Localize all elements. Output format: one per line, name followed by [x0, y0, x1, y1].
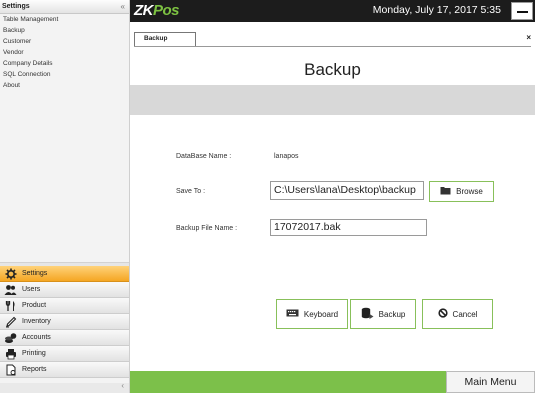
sidebar-item-about[interactable]: About — [0, 80, 129, 91]
keyboard-button[interactable]: Keyboard — [276, 299, 348, 329]
cancel-label: Cancel — [452, 309, 478, 319]
browse-button[interactable]: Browse — [429, 181, 494, 202]
sidebar-item-backup[interactable]: Backup — [0, 25, 129, 36]
tab-divider — [134, 46, 531, 47]
keyboard-label: Keyboard — [303, 309, 339, 319]
chevron-left-icon[interactable]: ‹ — [121, 381, 124, 390]
module-nav: Settings Users Product Inventory Account… — [0, 266, 129, 378]
sidebar-item-table-management[interactable]: Table Management — [0, 14, 129, 25]
module-printing[interactable]: Printing — [0, 346, 129, 362]
collapse-icon[interactable]: « — [121, 0, 125, 13]
module-product[interactable]: Product — [0, 298, 129, 314]
sidebar-title: Settings — [2, 3, 30, 10]
module-settings[interactable]: Settings — [0, 266, 129, 282]
backup-file-name-label: Backup File Name : — [176, 225, 238, 232]
module-label: Inventory — [22, 318, 51, 325]
tab-backup[interactable]: Backup — [134, 32, 196, 46]
module-label: Accounts — [22, 334, 51, 341]
sidebar-item-customer[interactable]: Customer — [0, 36, 129, 47]
datetime-display: Monday, July 17, 2017 5:35 — [372, 4, 501, 16]
module-accounts[interactable]: Accounts — [0, 330, 129, 346]
module-reports[interactable]: Reports — [0, 362, 129, 378]
module-label: Reports — [22, 366, 47, 373]
module-label: Users — [22, 286, 41, 293]
printer-icon — [4, 348, 17, 360]
browse-label: Browse — [456, 187, 483, 196]
database-name-value: lanapos — [274, 153, 299, 160]
minimize-icon — [517, 11, 528, 13]
sidebar-bottom-bar: ‹ — [0, 381, 129, 393]
folder-icon — [440, 186, 451, 198]
module-users[interactable]: Users — [0, 282, 129, 298]
app-logo: ZKPos — [134, 2, 180, 19]
cancel-button[interactable]: Cancel — [422, 299, 493, 329]
sidebar-item-vendor[interactable]: Vendor — [0, 47, 129, 58]
save-to-field[interactable]: C:\Users\lana\Desktop\backup — [270, 181, 424, 200]
footer-bar: Main Menu — [130, 371, 535, 393]
top-bar: ZKPos Monday, July 17, 2017 5:35 — [130, 0, 535, 22]
module-label: Printing — [22, 350, 46, 357]
backup-button[interactable]: Backup — [350, 299, 416, 329]
pencil-icon — [4, 316, 17, 328]
backup-label: Backup — [378, 309, 406, 319]
settings-sidebar: Settings « Table Management Backup Custo… — [0, 0, 130, 393]
database-name-label: DataBase Name : — [176, 153, 232, 160]
cancel-icon — [437, 307, 448, 321]
module-inventory[interactable]: Inventory — [0, 314, 129, 330]
title-band — [130, 85, 535, 115]
main-menu-button[interactable]: Main Menu — [446, 371, 535, 393]
fork-knife-icon — [4, 300, 17, 312]
sidebar-item-company-details[interactable]: Company Details — [0, 58, 129, 69]
minimize-button[interactable] — [511, 2, 533, 20]
users-icon — [4, 284, 17, 296]
save-to-label: Save To : — [176, 188, 206, 195]
sidebar-item-sql-connection[interactable]: SQL Connection — [0, 69, 129, 80]
module-label: Product — [22, 302, 47, 309]
page-title: Backup — [304, 60, 361, 79]
gear-icon — [4, 268, 17, 280]
close-tab-icon[interactable]: × — [526, 33, 531, 42]
coins-icon — [4, 332, 17, 344]
database-backup-icon — [361, 307, 374, 322]
keyboard-icon — [286, 309, 299, 320]
tab-strip: Backup × — [130, 22, 535, 52]
module-label: Settings — [22, 270, 48, 277]
sidebar-header: Settings « — [0, 0, 129, 14]
report-icon — [4, 364, 17, 376]
backup-file-name-field[interactable]: 17072017.bak — [270, 219, 427, 236]
